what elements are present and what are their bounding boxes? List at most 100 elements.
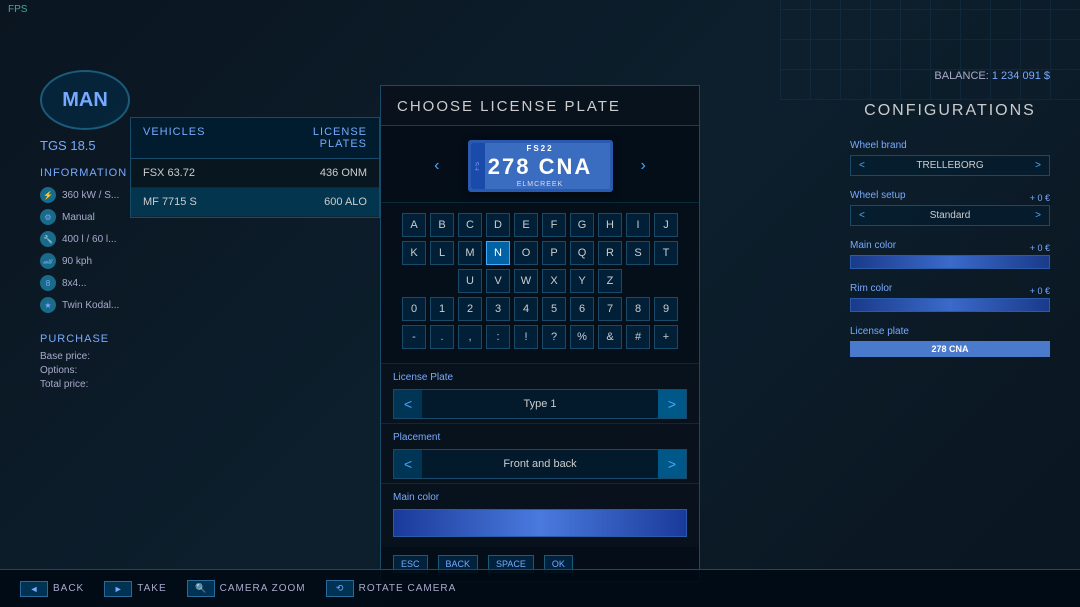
key-9[interactable]: 9 bbox=[654, 297, 678, 321]
key-3[interactable]: 3 bbox=[486, 297, 510, 321]
main-color-bar[interactable] bbox=[850, 255, 1050, 269]
key-U[interactable]: U bbox=[458, 269, 482, 293]
wheel-setup-section: Wheel setup + 0 € < Standard > bbox=[850, 190, 1050, 226]
bottom-take-label: TAKE bbox=[137, 583, 166, 594]
key-2[interactable]: 2 bbox=[458, 297, 482, 321]
key-L[interactable]: L bbox=[430, 241, 454, 265]
key-period[interactable]: . bbox=[430, 325, 454, 349]
plate-type-label: License Plate bbox=[393, 372, 687, 383]
vehicle-row-2[interactable]: MF 7715 S 600 ALO bbox=[131, 188, 379, 217]
wheel-setup-left-arrow[interactable]: < bbox=[859, 210, 865, 221]
key-J[interactable]: J bbox=[654, 213, 678, 237]
license-plate-modal: CHOOSE LICENSE PLATE ‹ FS FS22 278 CNA E… bbox=[380, 85, 700, 582]
key-5[interactable]: 5 bbox=[542, 297, 566, 321]
bottom-bar: ◄ BACK ► TAKE 🔍 CAMERA ZOOM ⟲ ROTATE CAM… bbox=[0, 569, 1080, 607]
bottom-zoom-btn[interactable]: 🔍 CAMERA ZOOM bbox=[187, 580, 306, 597]
key-B[interactable]: B bbox=[430, 213, 454, 237]
wheel-setup-right-arrow[interactable]: > bbox=[1035, 210, 1041, 221]
key-4[interactable]: 4 bbox=[514, 297, 538, 321]
keyboard-row-2: K L M N O P Q R S T bbox=[391, 241, 689, 265]
keyboard-area: A B C D E F G H I J K L M N O P Q R S T … bbox=[381, 203, 699, 364]
key-V[interactable]: V bbox=[486, 269, 510, 293]
main-color-price: + 0 € bbox=[1030, 243, 1050, 253]
key-question[interactable]: ? bbox=[542, 325, 566, 349]
key-plus[interactable]: + bbox=[654, 325, 678, 349]
rim-color-bar[interactable] bbox=[850, 298, 1050, 312]
key-dash[interactable]: - bbox=[402, 325, 426, 349]
key-X[interactable]: X bbox=[542, 269, 566, 293]
wheel-setup-selector[interactable]: < Standard > bbox=[850, 205, 1050, 226]
fps-counter: FPS bbox=[8, 4, 27, 15]
key-E[interactable]: E bbox=[514, 213, 538, 237]
bottom-rotate-label: ROTATE CAMERA bbox=[359, 583, 457, 594]
key-C[interactable]: C bbox=[458, 213, 482, 237]
key-K[interactable]: K bbox=[402, 241, 426, 265]
vehicle-row-1[interactable]: FSX 63.72 436 ONM bbox=[131, 159, 379, 188]
plate-stripe-text: FS bbox=[475, 161, 481, 171]
key-N[interactable]: N bbox=[486, 241, 510, 265]
plate-type-row: License Plate < Type 1 > bbox=[381, 364, 699, 424]
placement-next[interactable]: > bbox=[658, 450, 686, 478]
key-H[interactable]: H bbox=[598, 213, 622, 237]
key-0[interactable]: 0 bbox=[402, 297, 426, 321]
key-6[interactable]: 6 bbox=[570, 297, 594, 321]
main-color-display[interactable] bbox=[393, 509, 687, 537]
key-M[interactable]: M bbox=[458, 241, 482, 265]
placement-prev[interactable]: < bbox=[394, 450, 422, 478]
key-T[interactable]: T bbox=[654, 241, 678, 265]
key-1[interactable]: 1 bbox=[430, 297, 454, 321]
main-color-row: Main color bbox=[381, 484, 699, 547]
key-I[interactable]: I bbox=[626, 213, 650, 237]
plate-prev-button[interactable]: ‹ bbox=[426, 153, 447, 179]
keyboard-row-5: - . , : ! ? % & # + bbox=[391, 325, 689, 349]
wheel-brand-section: Wheel brand < TRELLEBORG > bbox=[850, 140, 1050, 176]
key-percent[interactable]: % bbox=[570, 325, 594, 349]
spec-power: 360 kW / S... bbox=[62, 190, 119, 201]
main-color-label: Main color bbox=[850, 240, 896, 251]
key-G[interactable]: G bbox=[570, 213, 594, 237]
purchase-label: PURCHASE bbox=[40, 333, 180, 345]
key-Z[interactable]: Z bbox=[598, 269, 622, 293]
key-hash[interactable]: # bbox=[626, 325, 650, 349]
plate-type-prev[interactable]: < bbox=[394, 390, 422, 418]
key-8[interactable]: 8 bbox=[626, 297, 650, 321]
license-plate-display: FS FS22 278 CNA ELMCREEK bbox=[468, 140, 613, 192]
placement-selector: < Front and back > bbox=[393, 449, 687, 479]
key-Q[interactable]: Q bbox=[570, 241, 594, 265]
key-colon[interactable]: : bbox=[486, 325, 510, 349]
main-color-label: Main color bbox=[393, 492, 687, 503]
key-Y[interactable]: Y bbox=[570, 269, 594, 293]
key-F[interactable]: F bbox=[542, 213, 566, 237]
bottom-rotate-btn[interactable]: ⟲ ROTATE CAMERA bbox=[326, 580, 457, 597]
plate-display-area: ‹ FS FS22 278 CNA ELMCREEK › bbox=[381, 126, 699, 203]
keyboard-row-4: 0 1 2 3 4 5 6 7 8 9 bbox=[391, 297, 689, 321]
key-P[interactable]: P bbox=[542, 241, 566, 265]
bottom-back-btn[interactable]: ◄ BACK bbox=[20, 581, 84, 597]
license-plate-section: License plate 278 CNA bbox=[850, 326, 1050, 357]
key-ampersand[interactable]: & bbox=[598, 325, 622, 349]
license-plate-preview[interactable]: 278 CNA bbox=[850, 341, 1050, 357]
bottom-take-btn[interactable]: ► TAKE bbox=[104, 581, 166, 597]
wheel-brand-left-arrow[interactable]: < bbox=[859, 160, 865, 171]
key-exclaim[interactable]: ! bbox=[514, 325, 538, 349]
vehicle-name-1: FSX 63.72 bbox=[143, 167, 320, 179]
key-D[interactable]: D bbox=[486, 213, 510, 237]
wheel-brand-selector[interactable]: < TRELLEBORG > bbox=[850, 155, 1050, 176]
key-O[interactable]: O bbox=[514, 241, 538, 265]
rim-color-label: Rim color bbox=[850, 283, 892, 294]
key-W[interactable]: W bbox=[514, 269, 538, 293]
key-7[interactable]: 7 bbox=[598, 297, 622, 321]
plate-next-button[interactable]: › bbox=[633, 153, 654, 179]
plate-type-next[interactable]: > bbox=[658, 390, 686, 418]
plate-bottom-text: ELMCREEK bbox=[517, 181, 564, 188]
key-comma[interactable]: , bbox=[458, 325, 482, 349]
rim-color-price: + 0 € bbox=[1030, 286, 1050, 296]
wheel-brand-right-arrow[interactable]: > bbox=[1035, 160, 1041, 171]
bottom-back-label: BACK bbox=[53, 583, 84, 594]
key-S[interactable]: S bbox=[626, 241, 650, 265]
fuel-icon: 🔧 bbox=[40, 231, 56, 247]
power-icon: ⚡ bbox=[40, 187, 56, 203]
key-R[interactable]: R bbox=[598, 241, 622, 265]
key-A[interactable]: A bbox=[402, 213, 426, 237]
plate-type-selector: < Type 1 > bbox=[393, 389, 687, 419]
